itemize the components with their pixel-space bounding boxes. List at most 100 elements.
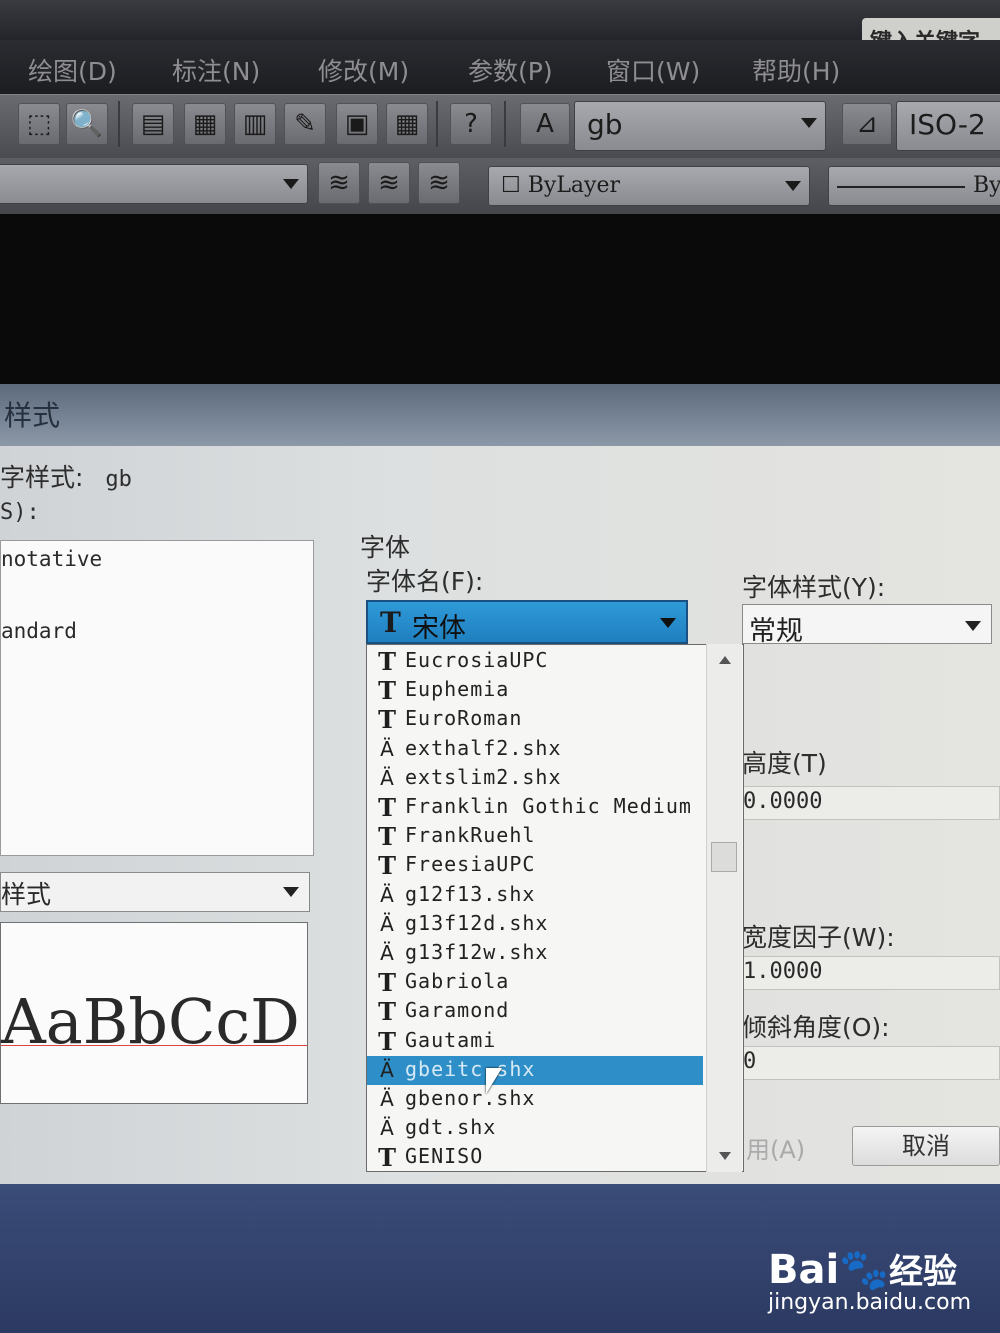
truetype-icon: T [378, 705, 396, 735]
width-factor-value: 1.0000 [743, 959, 823, 984]
scroll-down-icon[interactable] [719, 1152, 731, 1160]
truetype-icon: T [378, 647, 396, 676]
dimension-style-icon[interactable]: ⊿ [842, 103, 892, 145]
style-filter-value: 样式 [1, 880, 52, 909]
menu-modify[interactable]: 修改(M) [318, 52, 409, 88]
shx-font-icon: Ä [380, 882, 394, 907]
width-factor-label: 宽度因子(W): [742, 923, 895, 952]
scroll-up-icon[interactable] [719, 656, 731, 664]
truetype-icon: T [378, 968, 396, 998]
shx-font-icon: Ä [380, 1116, 394, 1141]
shx-font-icon: Ä [380, 941, 394, 965]
dialog-title: 样式 [4, 399, 61, 432]
make-current-icon[interactable]: ≋ [368, 162, 410, 204]
style-filter-select[interactable]: 样式 [0, 872, 310, 912]
font-name: Euphemia [405, 677, 510, 702]
font-name: GENISO [405, 1144, 484, 1169]
paw-icon: 🐾 [839, 1247, 890, 1293]
font-list-item[interactable]: T Euphemia [367, 676, 703, 705]
height-label: 高度(T) [742, 749, 827, 778]
font-list-item[interactable]: T FreesiaUPC [367, 851, 703, 880]
font-list-item[interactable]: Äexthalf2.shx [367, 735, 703, 764]
font-list-item[interactable]: T Franklin Gothic Medium [367, 793, 703, 822]
chevron-down-icon [801, 118, 817, 128]
dimension-style-value: ISO-2 [909, 108, 986, 141]
font-name-select[interactable]: T 宋体 [366, 600, 688, 644]
shx-font-icon: Ä [380, 736, 394, 761]
menu-draw[interactable]: 绘图(D) [28, 52, 117, 88]
font-dropdown-list[interactable]: T EucrosiaUPC T Euphemia T EuroRoman Äexthalf2… [366, 644, 744, 1172]
dropdown-scrollbar[interactable] [706, 644, 742, 1172]
font-list-item[interactable]: T GENISO [367, 1143, 703, 1172]
font-name: Gautami [405, 1027, 497, 1052]
menu-parameters[interactable]: 参数(P) [468, 52, 553, 88]
font-style-value: 常规 [749, 616, 803, 647]
linetype-sample [837, 186, 965, 188]
cancel-button[interactable]: 取消 [852, 1126, 1000, 1166]
chevron-down-icon [660, 618, 676, 628]
font-list-item[interactable]: T EuroRoman [367, 705, 703, 734]
text-style-combo[interactable]: gb [574, 101, 826, 151]
design-center-icon[interactable]: ▦ [184, 103, 226, 145]
calculator-icon[interactable]: ▦ [386, 103, 428, 145]
sheet-set-icon[interactable]: ✎ [284, 103, 326, 145]
font-list-item[interactable]: Ägbeitc.shx [367, 1055, 703, 1085]
font-list-item[interactable]: T EucrosiaUPC [367, 647, 703, 676]
height-input[interactable]: 0.0000 [742, 786, 1000, 820]
font-name: gbenor.shx [405, 1086, 536, 1110]
font-style-select[interactable]: 常规 [742, 604, 992, 647]
current-style-label: 字样式: gb [0, 463, 132, 492]
font-name: exthalf2.shx [405, 735, 562, 760]
menu-dimension[interactable]: 标注(N) [172, 52, 260, 88]
shx-font-icon: Ä [380, 911, 394, 936]
list-item[interactable]: andard [1, 619, 77, 643]
width-factor-input[interactable]: 1.0000 [742, 956, 1000, 990]
shx-font-icon: Ä [380, 765, 394, 790]
watermark-logo: Bai🐾经验 [768, 1247, 958, 1293]
zoom-previous-icon[interactable]: 🔍 [66, 103, 108, 145]
font-list-item[interactable]: T Garamond [367, 997, 703, 1026]
scroll-thumb[interactable] [711, 842, 737, 872]
tool-palette-icon[interactable]: ▥ [234, 103, 276, 145]
shx-font-icon: Ä [380, 1057, 394, 1082]
truetype-icon: T [378, 997, 396, 1027]
linetype-combo[interactable]: By [828, 166, 1000, 206]
font-name: g13f12d.shx [405, 910, 549, 935]
font-group-label: 字体 [360, 533, 411, 562]
font-name: EuroRoman [405, 706, 523, 731]
layer-previous-icon[interactable]: ≋ [418, 162, 460, 204]
color-value: ☐ ByLayer [501, 173, 621, 198]
font-name: Gabriola [405, 969, 510, 994]
font-name: extslim2.shx [405, 764, 562, 789]
mouse-cursor-icon [486, 1068, 502, 1094]
apply-button[interactable]: 用(A) [746, 1130, 805, 1165]
oblique-angle-input[interactable]: 0 [742, 1046, 1000, 1080]
zoom-window-icon[interactable]: ⬚ [18, 103, 60, 145]
layer-combo[interactable] [0, 164, 308, 204]
font-list-item[interactable]: Ägdt.shx [367, 1114, 703, 1143]
list-item[interactable]: notative [1, 547, 102, 571]
properties-icon[interactable]: ▤ [132, 103, 174, 145]
font-list-item[interactable]: Äg13f12w.shx [367, 939, 703, 968]
styles-list[interactable]: notative andard [0, 540, 314, 856]
font-list-item[interactable]: Äg13f12d.shx [367, 910, 703, 939]
truetype-icon: T [378, 1143, 396, 1172]
font-list-item[interactable]: T FrankRuehl [367, 822, 703, 851]
font-list-item[interactable]: Äg12f13.shx [367, 881, 703, 910]
font-name: Garamond [405, 998, 510, 1023]
text-style-value: gb [587, 108, 623, 141]
font-list-item[interactable]: Ägbenor.shx [367, 1085, 703, 1114]
chevron-down-icon [283, 179, 299, 189]
layer-manager-icon[interactable]: ≋ [318, 162, 360, 204]
font-list-item[interactable]: T Gautami [367, 1027, 703, 1056]
markup-icon[interactable]: ▣ [336, 103, 378, 145]
color-combo[interactable]: ☐ ByLayer [488, 166, 810, 206]
font-list-item[interactable]: T Gabriola [367, 968, 703, 997]
menu-help[interactable]: 帮助(H) [752, 52, 840, 88]
text-style-icon[interactable]: A [520, 103, 570, 145]
menu-window[interactable]: 窗口(W) [606, 52, 700, 88]
truetype-icon: T [378, 851, 396, 881]
dimension-style-combo[interactable]: ISO-2 [896, 101, 1000, 151]
font-list-item[interactable]: Äextslim2.shx [367, 764, 703, 793]
help-icon[interactable]: ? [450, 103, 492, 145]
